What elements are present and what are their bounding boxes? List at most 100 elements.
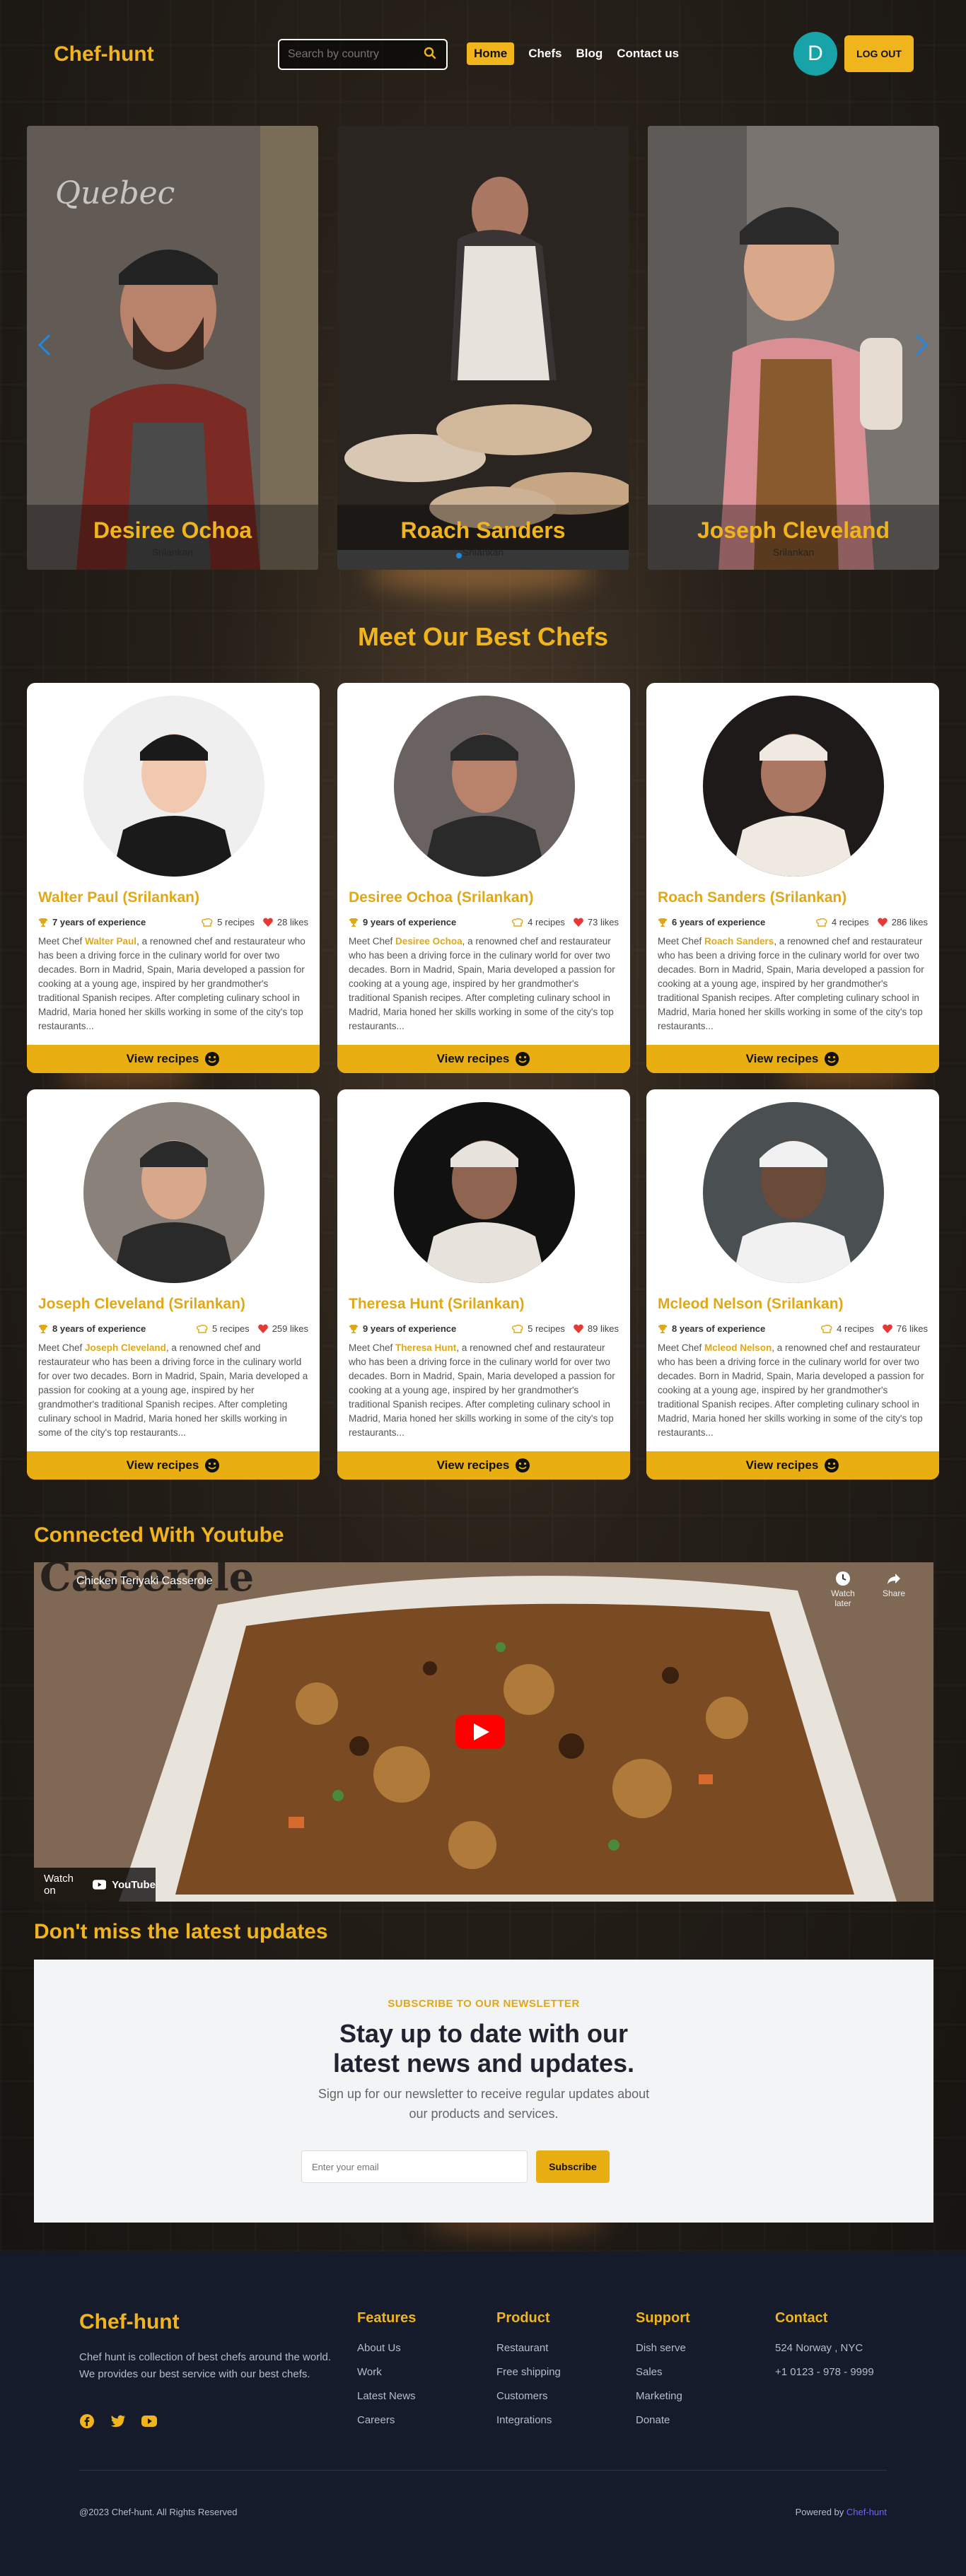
nav-contact[interactable]: Contact us <box>617 47 679 61</box>
nav-blog[interactable]: Blog <box>576 47 603 61</box>
smile-icon <box>205 1052 220 1066</box>
carousel-next-arrow[interactable] <box>907 331 935 359</box>
newsletter-heading: Stay up to date with our latest news and… <box>34 2019 933 2078</box>
chef-photo <box>83 1102 264 1283</box>
newsletter-form: Subscribe <box>301 2150 610 2183</box>
footer-col-contact: Contact 524 Norway , NYC +1 0123 - 978 -… <box>775 2310 874 2390</box>
nav-chefs[interactable]: Chefs <box>528 47 561 61</box>
watch-later-button[interactable]: Watch later <box>823 1571 863 1608</box>
footer-link[interactable]: Marketing <box>636 2390 690 2402</box>
chef-card: Mcleod Nelson (Srilankan) 8 years of exp… <box>646 1089 939 1480</box>
footer-link[interactable]: Sales <box>636 2366 690 2378</box>
footer-link[interactable]: About Us <box>357 2342 416 2354</box>
view-recipes-label: View recipes <box>126 1458 199 1472</box>
twitter-icon[interactable] <box>110 2413 126 2429</box>
slide-origin: Srilankan <box>151 546 194 558</box>
footer-link[interactable]: Dish serve <box>636 2342 690 2354</box>
avatar[interactable]: D <box>793 32 837 76</box>
slide-name: Joseph Cleveland <box>697 517 890 543</box>
view-recipes-button[interactable]: View recipes <box>646 1451 939 1480</box>
desc-body: , a renowned chef and restaurateur who h… <box>38 936 305 1031</box>
chef-photo <box>703 696 884 877</box>
chef-hat-icon <box>202 918 213 927</box>
watch-on-label: Watch on <box>44 1873 74 1897</box>
share-button[interactable]: Share <box>878 1571 909 1598</box>
desc-prefix: Meet Chef <box>658 936 705 947</box>
top-nav: Chef-hunt Home Chefs Blog Contact us D L… <box>0 0 966 107</box>
view-recipes-button[interactable]: View recipes <box>646 1045 939 1073</box>
subscribe-button[interactable]: Subscribe <box>536 2150 610 2183</box>
logo[interactable]: Chef-hunt <box>54 42 154 66</box>
chefs-section-title: Meet Our Best Chefs <box>357 622 609 651</box>
footer-link[interactable]: Work <box>357 2366 416 2378</box>
footer-link[interactable]: Donate <box>636 2414 690 2426</box>
heart-icon[interactable] <box>574 1324 583 1333</box>
slide-origin: Srilankan <box>772 546 815 558</box>
search-input[interactable] <box>288 48 415 61</box>
desc-body: , a renowned chef and restaurateur who h… <box>38 1342 308 1438</box>
chef-hat-icon <box>196 1324 208 1333</box>
powered-by: Powered by Chef-hunt <box>796 2507 887 2517</box>
view-recipes-label: View recipes <box>745 1458 819 1472</box>
chef-description: Meet Chef Joseph Cleveland, a renowned c… <box>38 1341 308 1440</box>
carousel-slide[interactable]: Roach Sanders Srilankan <box>337 126 629 570</box>
carousel-slide[interactable]: Quebec Desiree Ochoa Srilankan <box>27 126 318 570</box>
footer-link[interactable]: Integrations <box>496 2414 561 2426</box>
trophy-icon <box>39 1324 47 1333</box>
video-thumbnail <box>34 1562 933 1902</box>
heart-icon[interactable] <box>574 918 583 927</box>
desc-prefix: Meet Chef <box>349 1342 396 1353</box>
footer-col-product: Product Restaurant Free shipping Custome… <box>496 2310 561 2438</box>
powered-label: Powered by <box>795 2507 844 2517</box>
trophy-icon <box>658 1324 667 1333</box>
updates-section-title: Don't miss the latest updates <box>34 1920 328 1943</box>
recipe-count: 5 recipes <box>217 917 255 927</box>
experience-text: 7 years of experience <box>52 917 146 927</box>
carousel-prev-arrow[interactable] <box>31 331 59 359</box>
chef-name[interactable]: Roach Sanders (Srilankan) <box>658 889 846 906</box>
chef-description: Meet Chef Roach Sanders, a renowned chef… <box>658 935 928 1034</box>
desc-body: , a renowned chef and restaurateur who h… <box>349 1342 615 1438</box>
view-recipes-button[interactable]: View recipes <box>27 1045 320 1073</box>
youtube-section-title: Connected With Youtube <box>34 1523 284 1547</box>
email-field[interactable] <box>301 2150 528 2183</box>
experience-text: 6 years of experience <box>672 917 766 927</box>
view-recipes-button[interactable]: View recipes <box>27 1451 320 1480</box>
carousel-dot[interactable] <box>456 553 462 558</box>
footer-col-title: Product <box>496 2310 550 2326</box>
recipe-like-counts: 5 recipes 259 likes <box>196 1323 308 1334</box>
chef-photo <box>648 126 939 570</box>
chef-name[interactable]: Joseph Cleveland (Srilankan) <box>38 1296 245 1313</box>
watch-on-youtube[interactable]: Watch on YouTube <box>34 1868 156 1902</box>
footer-link[interactable]: Customers <box>496 2390 561 2402</box>
heart-icon[interactable] <box>883 1324 892 1333</box>
chef-name[interactable]: Mcleod Nelson (Srilankan) <box>658 1296 844 1313</box>
carousel-slide[interactable]: Joseph Cleveland Srilankan <box>648 126 939 570</box>
video-title[interactable]: Chicken Teriyaki Casserole <box>76 1575 213 1588</box>
youtube-social-icon[interactable] <box>141 2413 157 2429</box>
chef-hat-icon <box>512 1324 523 1333</box>
desc-chef-name: Theresa Hunt <box>395 1342 457 1353</box>
footer-link[interactable]: Restaurant <box>496 2342 561 2354</box>
facebook-icon[interactable] <box>79 2413 95 2429</box>
footer-link[interactable]: Free shipping <box>496 2366 561 2378</box>
footer-link[interactable]: Careers <box>357 2414 416 2426</box>
nav-home[interactable]: Home <box>467 42 515 65</box>
view-recipes-button[interactable]: View recipes <box>337 1451 630 1480</box>
youtube-embed[interactable]: Casserole Chicken Teriyaki Casserole Wat… <box>34 1562 933 1902</box>
chef-name[interactable]: Desiree Ochoa (Srilankan) <box>349 889 533 906</box>
search-icon[interactable] <box>424 47 436 63</box>
chef-name[interactable]: Walter Paul (Srilankan) <box>38 889 199 906</box>
logout-button[interactable]: LOG OUT <box>844 35 914 72</box>
heart-icon[interactable] <box>257 1324 268 1333</box>
copyright: @2023 Chef-hunt. All Rights Reserved <box>79 2507 238 2517</box>
powered-link[interactable]: Chef-hunt <box>846 2507 887 2517</box>
footer-logo[interactable]: Chef-hunt <box>79 2310 180 2334</box>
chef-name[interactable]: Theresa Hunt (Srilankan) <box>349 1296 525 1313</box>
heart-icon[interactable] <box>263 918 273 927</box>
carousel-dots <box>456 553 462 558</box>
view-recipes-button[interactable]: View recipes <box>337 1045 630 1073</box>
share-icon <box>888 1574 900 1584</box>
footer-link[interactable]: Latest News <box>357 2390 416 2402</box>
heart-icon[interactable] <box>877 918 888 927</box>
